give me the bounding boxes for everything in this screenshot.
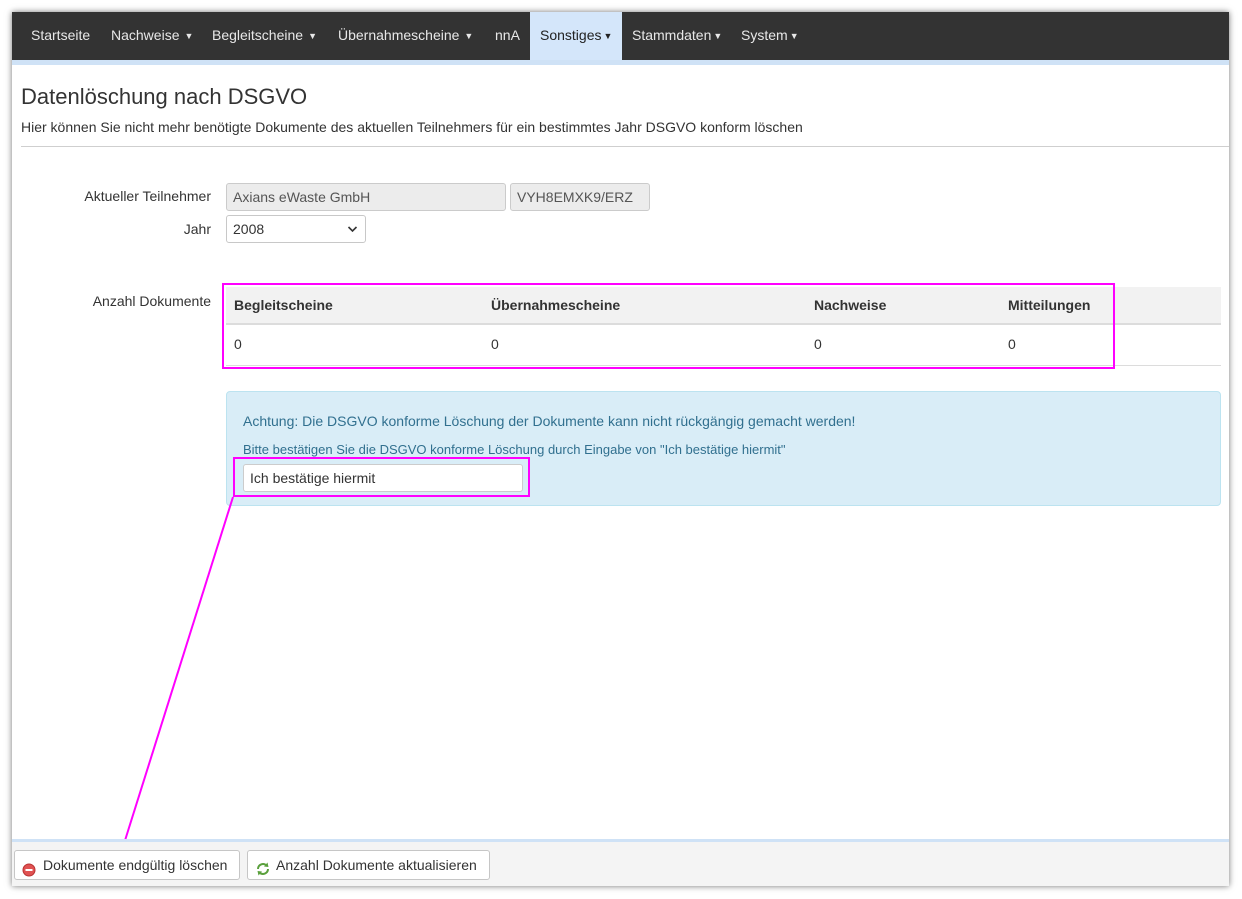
delete-documents-button[interactable]: Dokumente endgültig löschen bbox=[14, 850, 241, 880]
minus-circle-icon bbox=[22, 858, 36, 877]
refresh-button-label: Anzahl Dokumente aktualisieren bbox=[276, 857, 477, 873]
delete-button-label: Dokumente endgültig löschen bbox=[43, 857, 228, 873]
refresh-count-button[interactable]: Anzahl Dokumente aktualisieren bbox=[247, 850, 490, 880]
annotation-arrow-icon bbox=[115, 496, 234, 858]
refresh-icon bbox=[255, 858, 269, 876]
app-window: Startseite Nachweise ▼ Begleitscheine ▼ Üb… bbox=[12, 12, 1229, 886]
footer-toolbar: Dokumente endgültig löschen Anzahl Dokum… bbox=[12, 842, 1229, 886]
